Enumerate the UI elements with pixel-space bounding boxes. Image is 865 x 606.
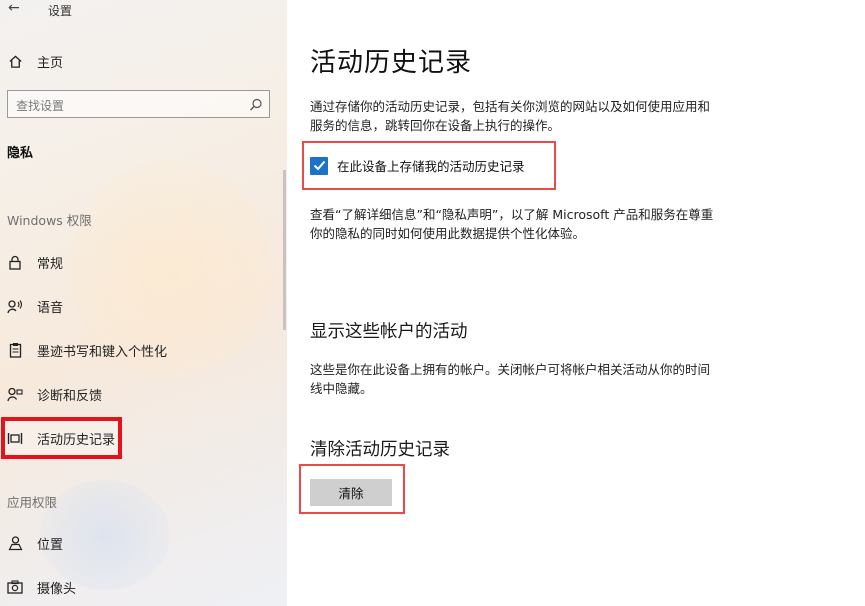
feedback-icon [7, 386, 23, 402]
section-windows-permissions: Windows 权限 [7, 213, 92, 228]
category-heading: 隐私 [7, 146, 34, 161]
sidebar-item-label: 诊断和反馈 [37, 388, 103, 404]
sidebar-item-speech[interactable]: 语音 [0, 291, 287, 321]
sidebar: ← 设置 主页 查找设置 隐私 Windows 权限 常规 语音 墨迹书写和键入… [0, 0, 287, 606]
section-app-permissions: 应用权限 [7, 495, 58, 510]
accounts-line: 线中隐藏。 [310, 381, 373, 396]
timeline-icon [7, 430, 23, 446]
location-icon [7, 535, 23, 551]
learn-more-text: 查看“了解详细信息”和“隐私声明”，以了解 Microsoft 产品和服务在尊重… [310, 205, 740, 243]
learn-more-line: 你的隐私的同时如何使用此数据提供个性化体验。 [310, 226, 586, 241]
sidebar-item-camera[interactable]: 摄像头 [0, 572, 287, 602]
learn-more-line: 查看“了解详细信息”和“隐私声明”，以了解 Microsoft 产品和服务在尊重 [310, 207, 714, 222]
sidebar-item-label: 位置 [37, 537, 64, 553]
sidebar-item-label: 活动历史记录 [37, 432, 116, 448]
search-icon[interactable] [249, 97, 263, 111]
nav-home-label: 主页 [37, 55, 64, 71]
nav-home[interactable]: 主页 [0, 46, 287, 76]
search-input[interactable]: 查找设置 [7, 90, 270, 118]
intro-line: 服务的信息，跳转回你在设备上执行的操作。 [310, 118, 561, 133]
sidebar-item-label: 语音 [37, 300, 64, 316]
main-content: 活动历史记录 通过存储你的活动历史记录，包括有关你浏览的网站以及如何使用应用和 … [287, 0, 865, 606]
sidebar-scrollbar[interactable] [283, 170, 286, 330]
sidebar-item-label: 墨迹书写和键入个性化 [37, 344, 168, 360]
clear-heading: 清除活动历史记录 [310, 440, 450, 460]
speech-icon [7, 298, 23, 314]
store-activity-checkbox[interactable] [310, 156, 328, 175]
clipboard-icon [7, 342, 23, 358]
intro-text: 通过存储你的活动历史记录，包括有关你浏览的网站以及如何使用应用和 服务的信息，跳… [310, 97, 740, 135]
sidebar-item-label: 摄像头 [37, 581, 77, 597]
store-activity-label: 在此设备上存储我的活动历史记录 [337, 159, 525, 174]
checkmark-icon [313, 160, 325, 171]
back-arrow-icon[interactable]: ← [8, 0, 24, 16]
title-bar: ← 设置 [0, 0, 287, 22]
home-icon [7, 53, 23, 69]
sidebar-item-label: 常规 [37, 256, 64, 272]
store-activity-checkbox-row[interactable]: 在此设备上存储我的活动历史记录 [310, 156, 525, 175]
accounts-text: 这些是你在此设备上拥有的帐户。关闭帐户可将帐户相关活动从你的时间 线中隐藏。 [310, 360, 740, 398]
camera-icon [7, 579, 23, 595]
accounts-line: 这些是你在此设备上拥有的帐户。关闭帐户可将帐户相关活动从你的时间 [310, 362, 711, 377]
sidebar-item-inking-typing[interactable]: 墨迹书写和键入个性化 [0, 335, 287, 365]
sidebar-item-location[interactable]: 位置 [0, 528, 287, 558]
page-title: 活动历史记录 [310, 48, 473, 78]
window-title: 设置 [48, 4, 73, 18]
lock-icon [7, 254, 23, 270]
sidebar-item-general[interactable]: 常规 [0, 247, 287, 277]
intro-line: 通过存储你的活动历史记录，包括有关你浏览的网站以及如何使用应用和 [310, 99, 711, 114]
search-placeholder: 查找设置 [16, 99, 65, 113]
sidebar-item-activity-history[interactable]: 活动历史记录 [0, 423, 287, 453]
sidebar-item-diagnostics[interactable]: 诊断和反馈 [0, 379, 287, 409]
accounts-heading: 显示这些帐户的活动 [310, 322, 468, 342]
clear-button[interactable]: 清除 [310, 479, 392, 506]
